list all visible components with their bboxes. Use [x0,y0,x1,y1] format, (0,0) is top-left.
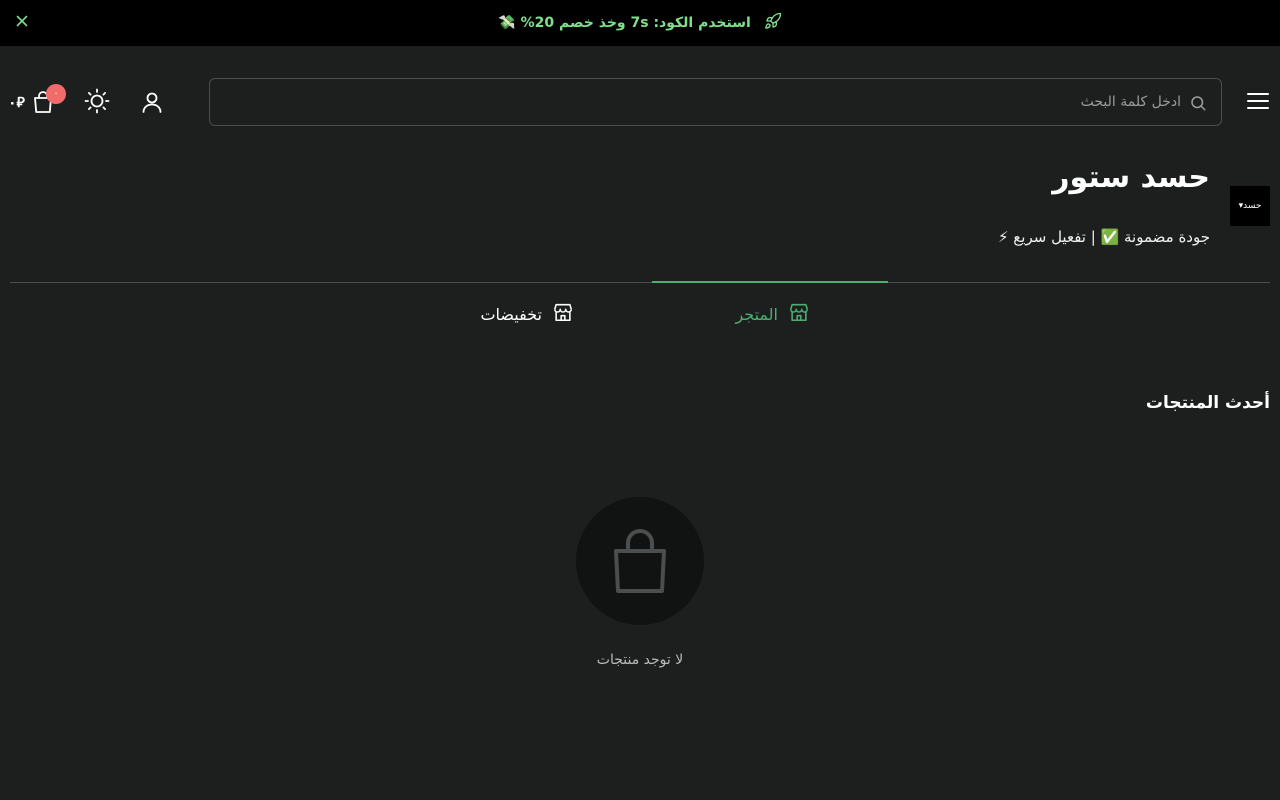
tab-store[interactable]: المتجر [700,300,810,328]
search-input[interactable] [241,79,1181,125]
empty-state-illustration [576,497,704,625]
user-icon[interactable] [140,90,164,114]
cart-count-badge: ٠ [46,84,66,104]
rocket-icon [764,12,782,34]
hamburger-menu-icon[interactable] [1246,91,1270,111]
store-icon [788,301,810,327]
empty-state-text: لا توجد منتجات [596,652,684,668]
store-icon [552,301,574,327]
tab-discounts[interactable]: تخفيضات [440,300,574,328]
site-header: ٠ ٠⃁ [0,46,1280,158]
section-title: أحدث المنتجات [1145,393,1270,413]
sun-icon[interactable] [84,88,110,114]
announcement-banner: استخدم الكود: 7s وخذ خصم 20% 💸 [0,0,1280,46]
tabs-divider [10,282,1270,283]
store-name: حسد ستور [1052,160,1210,195]
search-bar[interactable] [209,78,1222,126]
close-icon[interactable] [14,13,30,29]
store-description: جودة مضمونة ✅ | تفعيل سريع ⚡ [998,228,1210,246]
active-tab-indicator [652,281,888,283]
store-logo: ▾حسد [1230,186,1270,226]
tab-discounts-label: تخفيضات [480,304,542,324]
announcement-text-wrap: استخدم الكود: 7s وخذ خصم 20% 💸 [0,12,1280,34]
search-icon [1189,94,1207,112]
announcement-text: استخدم الكود: 7s وخذ خصم 20% 💸 [498,15,751,31]
tab-store-label: المتجر [735,304,778,324]
cart-total: ٠⃁ [8,95,25,111]
shopping-bag-icon [614,529,666,593]
